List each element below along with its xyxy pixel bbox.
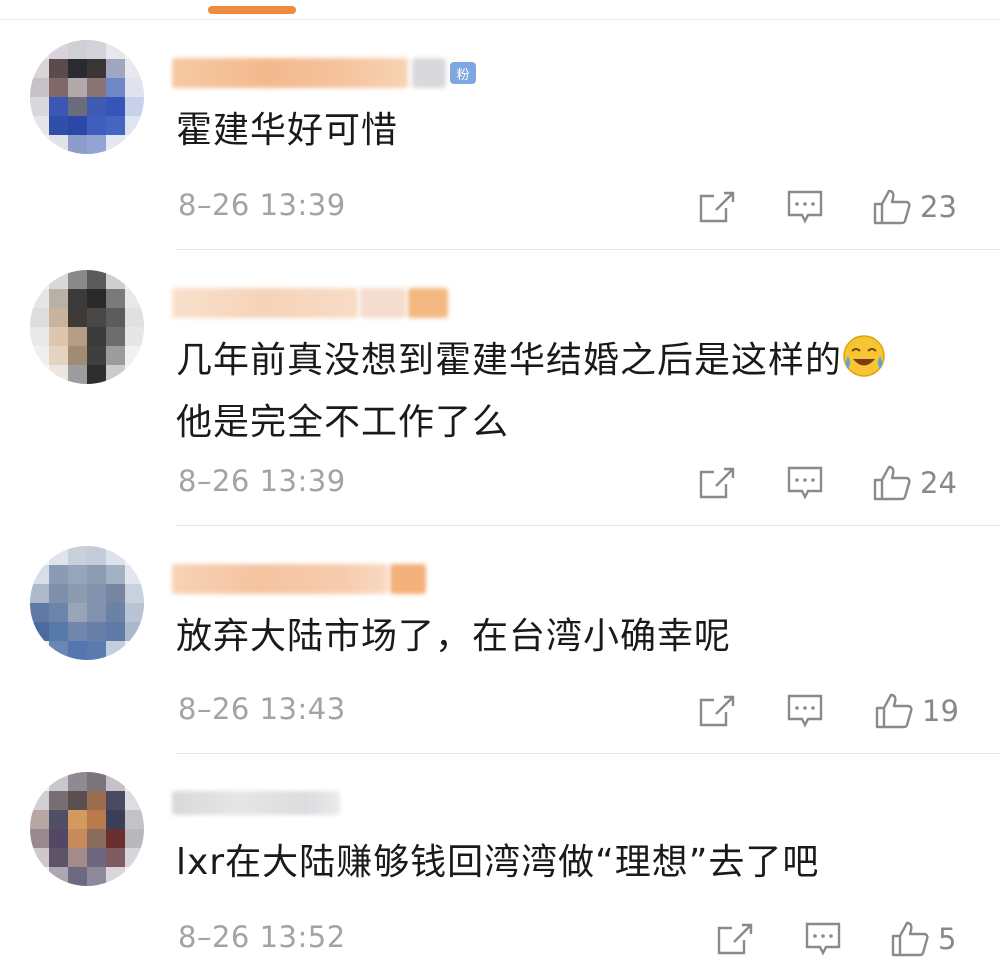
comment-divider <box>176 249 1000 250</box>
comment-text: lxr在大陆赚够钱回湾湾做“理想”去了吧 <box>176 842 820 883</box>
like-button[interactable]: 24 <box>872 463 957 503</box>
share-external-icon <box>699 467 735 499</box>
avatar[interactable] <box>30 546 144 660</box>
comment-icon <box>787 694 823 728</box>
reply-button[interactable] <box>786 463 824 503</box>
share-button[interactable] <box>698 463 736 503</box>
comment-actions: 24 <box>0 463 1000 503</box>
avatar[interactable] <box>30 40 144 154</box>
thumbs-up-icon <box>875 693 913 729</box>
thumbs-up-icon <box>891 921 929 957</box>
share-button[interactable] <box>698 187 736 227</box>
like-button[interactable]: 19 <box>874 691 959 731</box>
comment-actions: 19 <box>0 691 1000 731</box>
fan-badge: 粉 <box>450 62 476 84</box>
avatar[interactable] <box>30 772 144 886</box>
comment-divider <box>176 525 1000 526</box>
thumbs-up-icon <box>873 189 911 225</box>
comment-actions: 5 <box>0 919 1000 959</box>
active-tab-indicator <box>208 6 296 14</box>
like-button[interactable]: 5 <box>890 919 956 959</box>
username-obscured[interactable] <box>172 562 426 596</box>
like-count: 19 <box>922 694 959 728</box>
username-obscured[interactable] <box>172 286 448 320</box>
like-count: 24 <box>920 466 957 500</box>
comment-actions: 23 <box>0 187 1000 227</box>
share-button[interactable] <box>716 919 754 959</box>
comment-text-line-1: 几年前真没想到霍建华结婚之后是这样的 <box>176 340 843 381</box>
like-count: 23 <box>920 190 957 224</box>
comment-divider <box>176 753 1000 754</box>
comment-text-line-2: 他是完全不工作了么 <box>176 402 510 443</box>
avatar[interactable] <box>30 270 144 384</box>
share-external-icon <box>699 695 735 727</box>
username-obscured[interactable]: 粉 <box>172 56 476 90</box>
reply-button[interactable] <box>786 691 824 731</box>
comment-text-line: 几年前真没想到霍建华结婚之后是这样的 <box>176 330 960 392</box>
comment-text: 霍建华好可惜 <box>176 110 399 151</box>
face-with-tears-of-joy-icon <box>843 335 885 377</box>
share-button[interactable] <box>698 691 736 731</box>
like-count: 5 <box>938 922 957 956</box>
comment-icon <box>787 190 823 224</box>
comment-icon <box>805 922 841 956</box>
tab-bar-divider <box>0 19 1000 20</box>
reply-button[interactable] <box>804 919 842 959</box>
comment-text: 放弃大陆市场了，在台湾小确幸呢 <box>176 616 732 657</box>
comment-text: 几年前真没想到霍建华结婚之后是这样的 他是完全不工作了么 <box>176 330 960 454</box>
share-external-icon <box>699 191 735 223</box>
comment-icon <box>787 466 823 500</box>
thumbs-up-icon <box>873 465 911 501</box>
username-obscured[interactable] <box>172 786 340 820</box>
like-button[interactable]: 23 <box>872 187 957 227</box>
reply-button[interactable] <box>786 187 824 227</box>
share-external-icon <box>717 923 753 955</box>
